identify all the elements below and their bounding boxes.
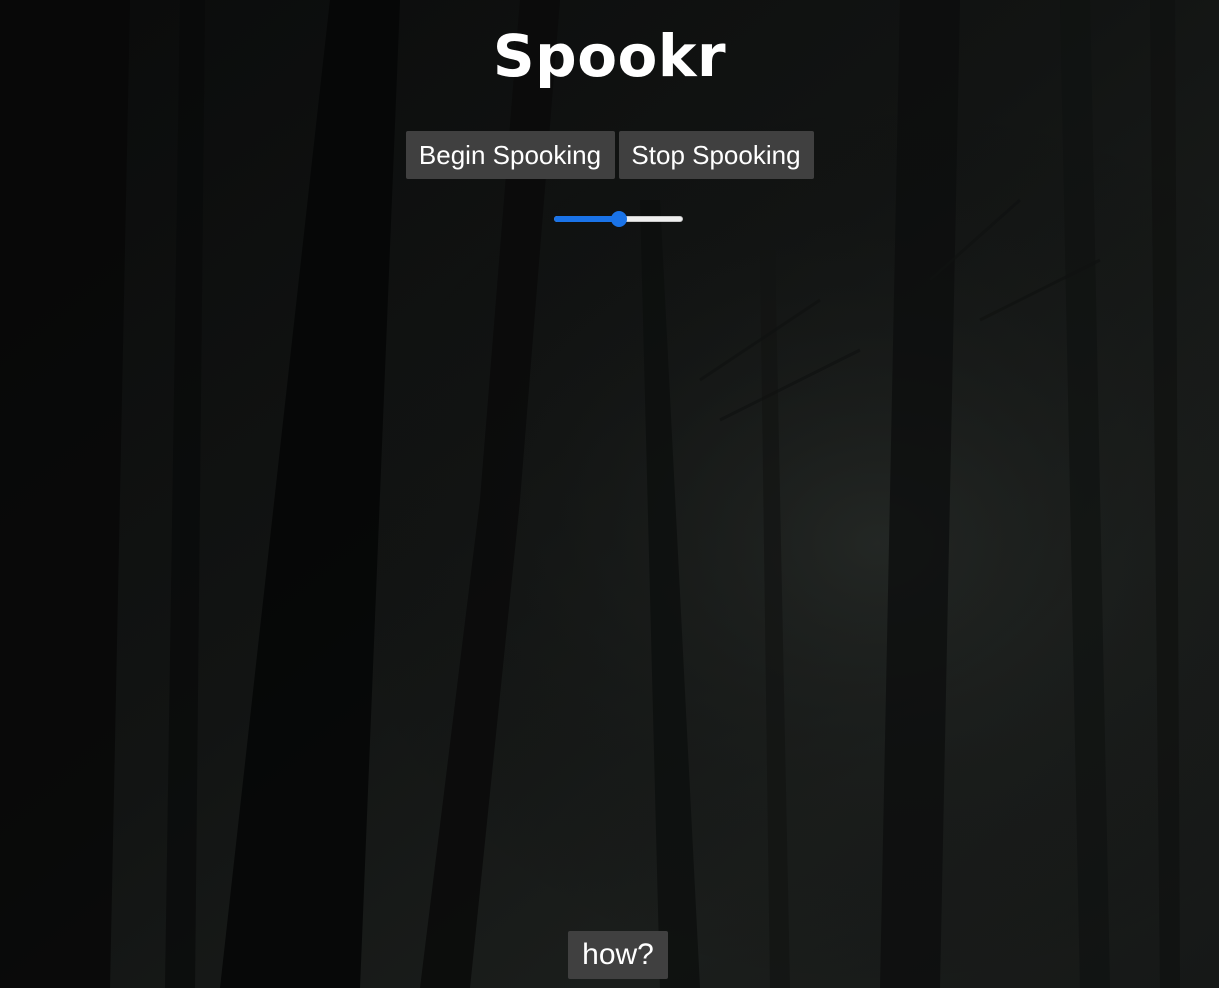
slider-fill xyxy=(554,216,619,222)
volume-slider[interactable] xyxy=(554,208,683,230)
spook-controls: Begin Spooking Stop Spooking xyxy=(0,131,1219,179)
page-title: Spookr xyxy=(492,22,727,90)
spookr-page: Spookr Begin Spooking Stop Spooking how? xyxy=(0,0,1219,988)
how-button[interactable]: how? xyxy=(568,931,668,979)
begin-spooking-button[interactable]: Begin Spooking xyxy=(405,131,615,179)
slider-thumb[interactable] xyxy=(611,211,627,227)
stop-spooking-button[interactable]: Stop Spooking xyxy=(618,131,814,179)
